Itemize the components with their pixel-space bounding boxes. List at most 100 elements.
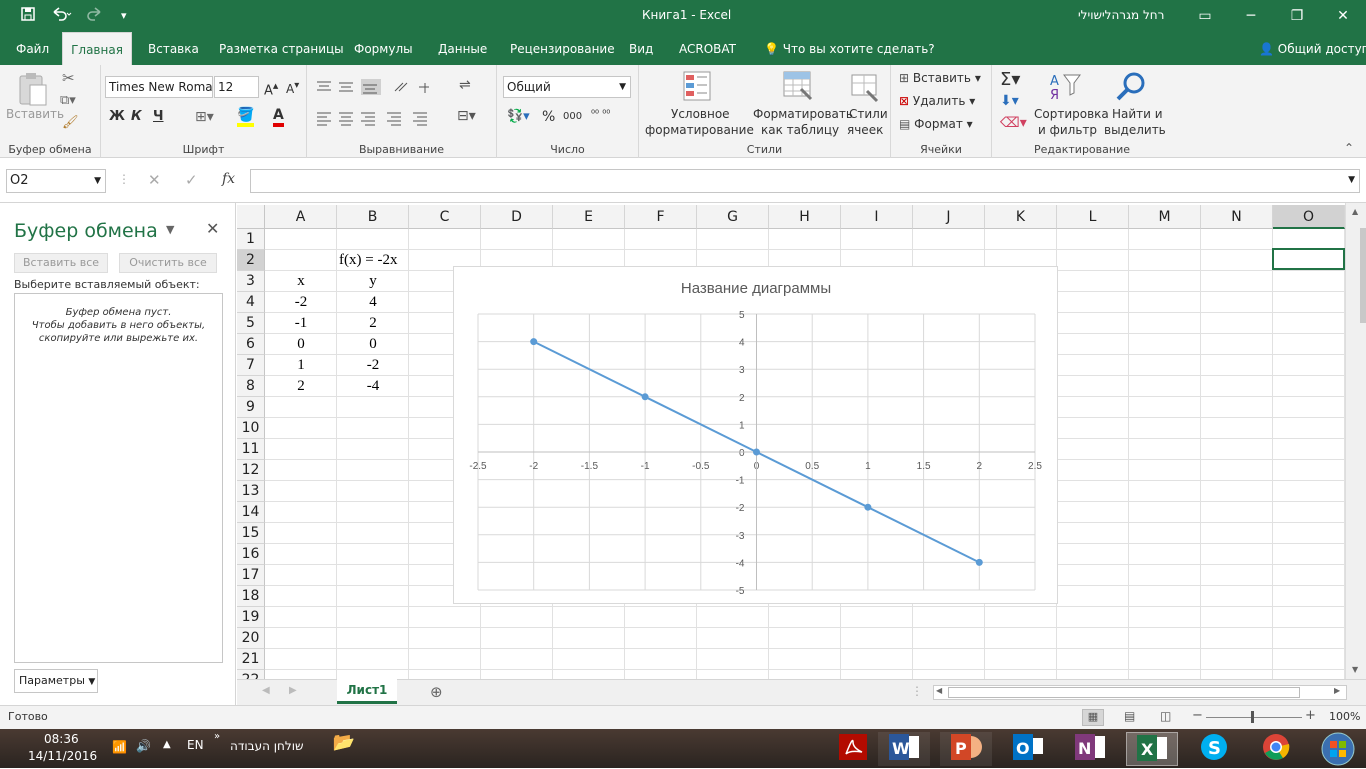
cell-b2[interactable]: f(x) = -2x — [337, 250, 409, 271]
sort-filter-icon[interactable]: АЯ — [1048, 71, 1082, 103]
formula-input[interactable]: ▼ — [250, 169, 1360, 193]
scroll-right-icon[interactable]: ▶ — [1334, 686, 1340, 695]
zoom-in-icon[interactable]: + — [1305, 708, 1316, 723]
data-point[interactable] — [530, 338, 538, 346]
options-button[interactable]: Параметры ▼ — [14, 669, 98, 693]
wrap-text-icon[interactable]: ⇌ — [459, 77, 471, 93]
insert-function-button[interactable]: fx — [222, 171, 235, 187]
page-break-view-icon[interactable]: ◫ — [1160, 709, 1171, 723]
ribbon-display-icon[interactable]: ▭ — [1182, 0, 1228, 32]
pane-menu-icon[interactable]: ▼ — [166, 223, 174, 236]
share-button[interactable]: 👤 Общий доступ — [1255, 32, 1366, 65]
number-format-select[interactable]: Общий ▼ — [503, 76, 631, 98]
row-header-8[interactable]: 8 — [237, 376, 265, 397]
merge-icon[interactable]: ⊟▾ — [457, 108, 476, 124]
format-as-table-icon[interactable] — [783, 71, 815, 103]
cell-b5[interactable]: 2 — [337, 313, 409, 334]
redo-icon[interactable] — [86, 6, 108, 26]
decimal-buttons[interactable]: ⁰⁰ ⁰⁰ — [591, 109, 610, 120]
column-header-j[interactable]: J — [913, 205, 985, 229]
row-header-12[interactable]: 12 — [237, 460, 265, 481]
tab-view[interactable]: Вид — [625, 32, 657, 65]
fill-color-icon[interactable]: 🪣 — [237, 107, 255, 127]
tab-acrobat[interactable]: ACROBAT — [675, 32, 740, 65]
cell-a7[interactable]: 1 — [265, 355, 337, 376]
find-select-label-2[interactable]: выделить — [1104, 123, 1166, 137]
copy-icon[interactable]: ⧉▾ — [60, 93, 76, 108]
insert-cells-button[interactable]: ⊞ Вставить ▾ — [899, 71, 981, 85]
cell-a4[interactable]: -2 — [265, 292, 337, 313]
column-header-c[interactable]: C — [409, 205, 481, 229]
page-layout-view-icon[interactable]: ▤ — [1124, 709, 1135, 723]
zoom-level[interactable]: 100% — [1329, 710, 1360, 723]
cell-a3[interactable]: x — [265, 271, 337, 292]
fill-icon[interactable]: ⬇▾ — [1000, 93, 1019, 109]
cell-b6[interactable]: 0 — [337, 334, 409, 355]
zoom-slider[interactable] — [1206, 717, 1302, 718]
row-header-6[interactable]: 6 — [237, 334, 265, 355]
font-color-icon[interactable]: A — [273, 107, 284, 127]
row-header-7[interactable]: 7 — [237, 355, 265, 376]
format-painter-icon[interactable]: 🖌 — [62, 115, 79, 130]
user-name[interactable]: רחל מגרהלישוילי — [1078, 8, 1164, 22]
underline-button[interactable]: Ч — [153, 109, 164, 124]
column-header-g[interactable]: G — [697, 205, 769, 229]
onenote-icon[interactable]: N — [1064, 732, 1116, 766]
delete-cells-button[interactable]: ⊠ Удалить ▾ — [899, 94, 975, 108]
find-select-icon[interactable] — [1116, 71, 1148, 103]
clock-date[interactable]: 14/11/2016 — [28, 749, 97, 763]
cell-styles-label-2[interactable]: ячеек — [847, 123, 883, 137]
chart-container[interactable]: Название диаграммы -2.5 -2 -1.5 -1 -0.5 0 0.5 1… — [453, 266, 1058, 604]
data-point[interactable] — [753, 448, 760, 456]
cancel-icon[interactable]: ✕ — [148, 171, 161, 189]
row-header-9[interactable]: 9 — [237, 397, 265, 418]
column-header-o[interactable]: O — [1273, 205, 1345, 229]
excel-icon[interactable]: X — [1126, 732, 1178, 766]
cell-b8[interactable]: -4 — [337, 376, 409, 397]
scroll-down-icon[interactable]: ▼ — [1352, 665, 1358, 674]
desktop-shortcut-icon[interactable]: 📂 — [318, 732, 370, 766]
start-button[interactable] — [1312, 732, 1364, 766]
row-header-22[interactable]: 22 — [237, 670, 265, 679]
column-header-i[interactable]: I — [841, 205, 913, 229]
conditional-formatting-icon[interactable] — [683, 71, 713, 103]
row-header-1[interactable]: 1 — [237, 229, 265, 250]
row-header-20[interactable]: 20 — [237, 628, 265, 649]
language-indicator[interactable]: EN — [187, 738, 204, 752]
row-header-14[interactable]: 14 — [237, 502, 265, 523]
column-header-a[interactable]: A — [265, 205, 337, 229]
borders-icon[interactable]: ⊞▾ — [195, 109, 214, 125]
column-header-m[interactable]: M — [1129, 205, 1201, 229]
next-sheet-icon[interactable]: ▶ — [289, 685, 297, 696]
zoom-slider-thumb[interactable] — [1251, 711, 1254, 723]
prev-sheet-icon[interactable]: ◀ — [262, 685, 270, 696]
horizontal-align-icons[interactable] — [315, 110, 435, 126]
clock-time[interactable]: 08:36 — [44, 732, 79, 746]
column-header-h[interactable]: H — [769, 205, 841, 229]
scroll-up-icon[interactable]: ▲ — [1352, 207, 1358, 216]
row-header-19[interactable]: 19 — [237, 607, 265, 628]
powerpoint-icon[interactable]: P — [940, 732, 992, 766]
font-name-select[interactable]: Times New Roma — [105, 76, 213, 98]
column-header-f[interactable]: F — [625, 205, 697, 229]
currency-icon[interactable]: 💱▾ — [507, 109, 530, 124]
tell-me-box[interactable]: 💡 Что вы хотите сделать? — [760, 32, 939, 65]
tab-formulas[interactable]: Формулы — [350, 32, 417, 65]
active-cell-outline[interactable] — [1272, 248, 1345, 270]
tab-page-layout[interactable]: Разметка страницы — [215, 32, 348, 65]
sort-filter-label-2[interactable]: и фильтр — [1038, 123, 1097, 137]
cell-b3[interactable]: y — [337, 271, 409, 292]
name-box[interactable]: O2 ▼ — [6, 169, 106, 193]
vertical-align-icons[interactable] — [315, 79, 435, 95]
row-header-17[interactable]: 17 — [237, 565, 265, 586]
vertical-scrollbar[interactable]: ▲ ▼ — [1345, 203, 1366, 679]
column-header-k[interactable]: K — [985, 205, 1057, 229]
scroll-left-icon[interactable]: ◀ — [936, 686, 942, 695]
italic-button[interactable]: К — [131, 109, 142, 124]
zoom-out-icon[interactable]: − — [1192, 708, 1203, 723]
find-select-label-1[interactable]: Найти и — [1112, 107, 1163, 121]
close-button[interactable]: ✕ — [1320, 0, 1366, 32]
save-icon[interactable] — [20, 6, 36, 26]
data-point[interactable] — [864, 503, 872, 511]
sort-filter-label-1[interactable]: Сортировка — [1034, 107, 1109, 121]
